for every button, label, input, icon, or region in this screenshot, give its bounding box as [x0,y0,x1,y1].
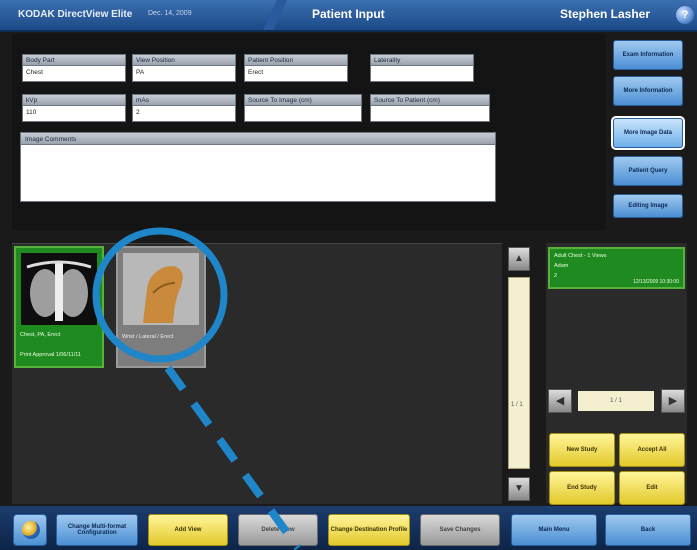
title-info: Dec. 14, 2009 [148,10,192,17]
comments-label: Image Comments [20,132,496,145]
field-value[interactable] [370,66,474,82]
field-label: Patient Position [244,54,348,66]
editing-image-button[interactable]: Editing Image [613,194,683,218]
study-item[interactable]: Adult Chest - 1 Views Adam 2 12/13/2009 … [548,247,685,289]
thumbnail-scrollbar[interactable]: ▲ 1 / 1 ▼ [508,247,530,503]
field-label: View Position [132,54,236,66]
patient-query-button[interactable]: Patient Query [613,156,683,186]
thumbnail-chest[interactable]: Chest, PA, Erect Print Approval 1/06/11/… [14,246,104,368]
edit-button[interactable]: Edit [619,471,685,505]
field-value[interactable] [244,106,362,122]
add-view-button[interactable]: Add View [148,514,228,546]
title-divider [263,0,287,30]
field-value[interactable]: 2 [132,106,236,122]
button-label: Change Destination Profile [330,527,408,533]
globe-icon[interactable] [13,514,47,546]
help-icon[interactable]: ? [676,6,694,24]
scroll-down-button[interactable]: ▼ [508,477,530,501]
globe-ball [22,521,40,539]
change-destination-button[interactable]: Change Destination Profile [328,514,410,546]
title-bar: KODAK DirectView Elite Dec. 14, 2009 Pat… [0,0,697,32]
button-label: Change Multi-format Configuration [67,524,127,536]
study-count: 2 [554,273,558,279]
back-button[interactable]: Back [605,514,691,546]
delete-view-button[interactable]: Delete View [238,514,318,546]
field-value[interactable]: Chest [22,66,126,82]
field-label: kVp [22,94,126,106]
kvp-field[interactable]: kVp 110 [22,94,126,128]
field-label: Source To Patient (cm) [370,94,490,106]
thumbnail-wrist[interactable]: Wrist / Lateral / Erect [116,246,206,368]
accept-all-button[interactable]: Accept All [619,433,685,467]
wrist-photo-image [123,253,199,325]
change-multiformat-button[interactable]: Change Multi-format Configuration [56,514,138,546]
field-label: Laterality [370,54,474,66]
button-label: Main Menu [538,527,570,533]
source-to-image-field[interactable]: Source To Image (cm) [244,94,362,128]
more-image-data-button[interactable]: More Image Data [611,116,685,150]
exam-information-button[interactable]: Exam Information [613,40,683,70]
patient-position-field[interactable]: Patient Position Erect [244,54,348,88]
save-changes-button[interactable]: Save Changes [420,514,500,546]
scroll-page: 1 / 1 [511,402,523,408]
button-label: Back [640,527,656,533]
button-label: Add View [174,527,202,533]
next-page-button[interactable]: ▶ [661,389,685,413]
thumbnail-caption: Wrist / Lateral / Erect [122,334,174,340]
new-study-button[interactable]: New Study [549,433,615,467]
study-pager: ◀ 1 / 1 ▶ [548,389,685,413]
field-label: mAs [132,94,236,106]
view-position-field[interactable]: View Position PA [132,54,236,88]
more-information-button[interactable]: More Information [613,76,683,106]
scroll-up-button[interactable]: ▲ [508,247,530,271]
comments-textarea[interactable] [20,145,496,202]
study-patient: Adam [554,263,569,269]
source-to-patient-field[interactable]: Source To Patient (cm) [370,94,490,128]
laterality-field[interactable]: Laterality [370,54,474,88]
field-value[interactable]: Erect [244,66,348,82]
prev-page-button[interactable]: ◀ [548,389,572,413]
bottom-toolbar: Change Multi-format Configuration Add Vi… [0,506,697,550]
study-title: Adult Chest - 1 Views [554,253,607,259]
scroll-track[interactable]: 1 / 1 [508,277,530,469]
button-label: Delete View [261,527,295,533]
mas-field[interactable]: mAs 2 [132,94,236,128]
study-page-number: 1 / 1 [578,391,654,411]
screen-title: Patient Input [312,7,385,21]
main-menu-button[interactable]: Main Menu [511,514,597,546]
field-label: Source To Image (cm) [244,94,362,106]
user-name: Stephen Lasher [560,7,651,21]
chest-xray-image [21,253,97,325]
app-name: KODAK DirectView Elite [18,9,133,20]
thumbnail-caption: Chest, PA, Erect [20,332,61,338]
body-part-field[interactable]: Body Part Chest [22,54,126,88]
study-date: 12/13/2009 10:30:00 [633,279,679,285]
field-label: Body Part [22,54,126,66]
field-value[interactable]: 110 [22,106,126,122]
field-value[interactable] [370,106,490,122]
button-label: Save Changes [439,527,481,533]
image-comments[interactable]: Image Comments [20,132,496,202]
thumbnail-subcaption: Print Approval 1/06/11/11 [20,352,81,358]
end-study-button[interactable]: End Study [549,471,615,505]
field-value[interactable]: PA [132,66,236,82]
